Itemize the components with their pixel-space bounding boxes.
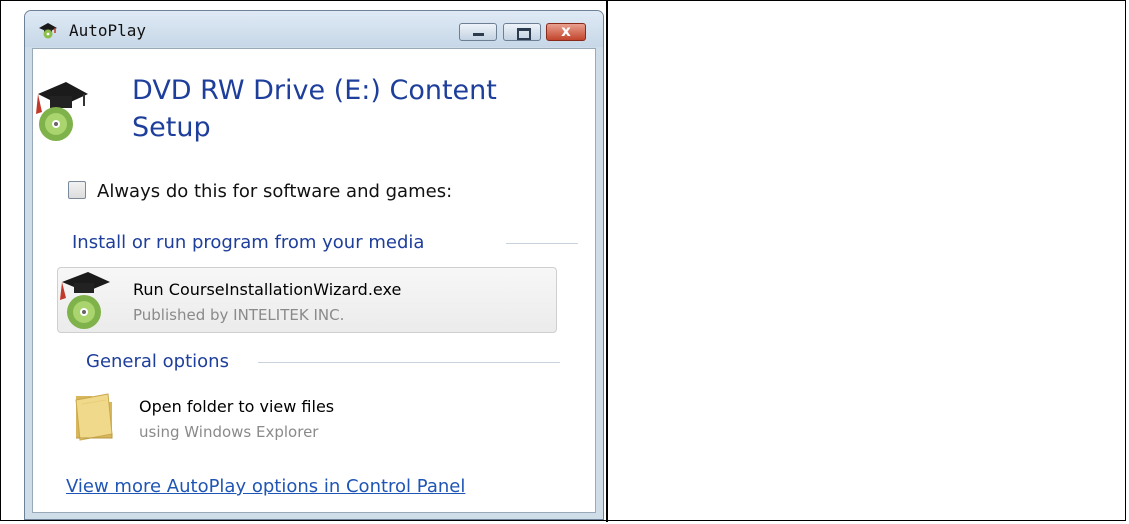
open-folder-title[interactable]: Open folder to view files [139,397,334,416]
control-panel-link[interactable]: View more AutoPlay options in Control Pa… [66,476,465,497]
install-section-title: Install or run program from your media [72,232,425,253]
window-title: AutoPlay [69,21,147,40]
always-do-this-label[interactable]: Always do this for software and games: [97,181,452,202]
graduation-cap-disc-icon [58,268,116,334]
maximize-icon [517,28,531,40]
general-section-title: General options [86,351,229,372]
open-folder-subtitle: using Windows Explorer [139,423,319,441]
page-title: DVD RW Drive (E:) Content Setup [132,75,497,143]
title-bar[interactable]: AutoPlay x [25,11,603,47]
general-section-divider [258,362,560,363]
install-section-divider [506,243,578,244]
frame-divider [606,0,608,522]
folder-icon [72,390,122,444]
always-do-this-checkbox[interactable] [68,181,86,199]
graduation-cap-disc-icon [32,72,90,144]
maximize-button[interactable] [503,23,541,41]
close-icon: x [561,22,571,40]
autoplay-icon [38,21,58,39]
minimize-button[interactable] [459,23,497,41]
run-program-title: Run CourseInstallationWizard.exe [133,280,402,299]
minimize-icon [473,33,484,36]
run-program-publisher: Published by INTELITEK INC. [133,306,345,324]
close-button[interactable]: x [546,22,586,41]
